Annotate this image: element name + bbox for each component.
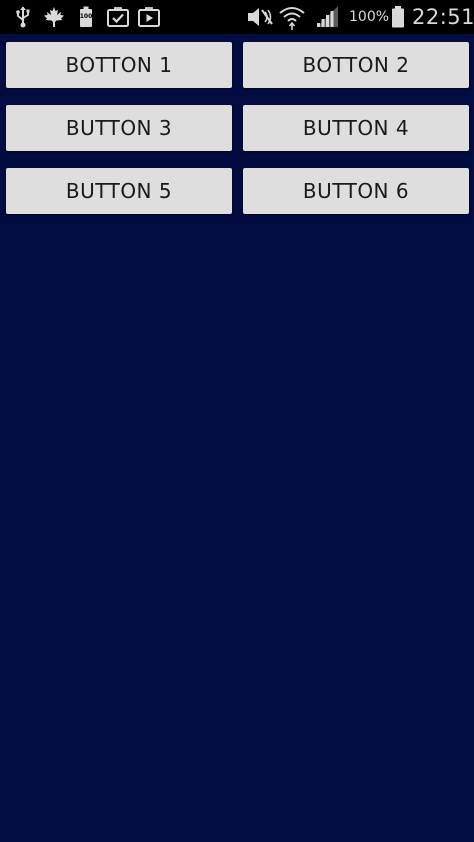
battery-100-icon: 100 [79,6,93,28]
status-bar: 100 100% 22:51 [0,0,474,34]
signal-icon [316,6,340,28]
button-3[interactable]: BUTTON 3 [6,105,232,151]
briefcase-play-icon [138,6,160,28]
battery-percent: 100% [349,9,390,25]
button-2[interactable]: BOTTON 2 [243,42,469,88]
maple-leaf-icon [43,6,65,28]
button-5[interactable]: BUTTON 5 [6,168,232,214]
usb-icon [14,6,32,28]
battery-small-label: 100 [79,13,93,20]
mute-icon [246,6,274,28]
wifi-icon [279,6,305,30]
button-6[interactable]: BUTTON 6 [243,168,469,214]
button-1[interactable]: BOTTON 1 [6,42,232,88]
briefcase-check-icon [107,6,129,28]
clock: 22:51 [412,5,474,29]
button-4[interactable]: BUTTON 4 [243,105,469,151]
battery-icon [391,6,405,28]
